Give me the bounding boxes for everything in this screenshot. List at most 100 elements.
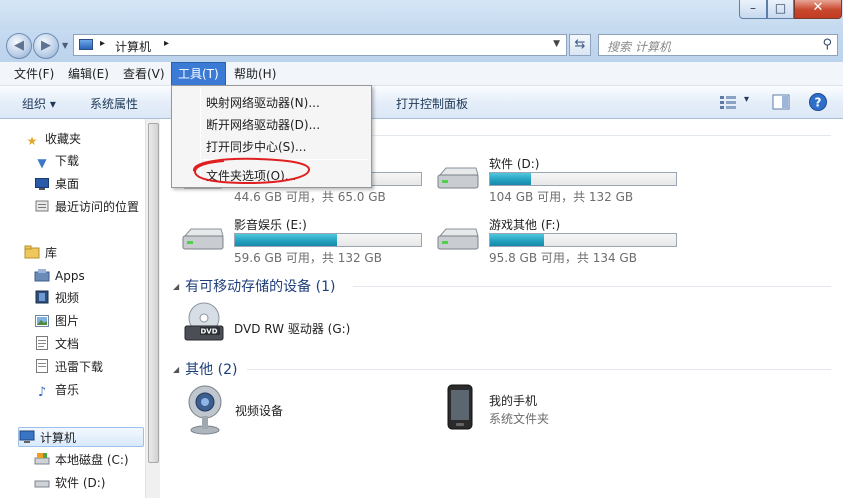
nav-item-label: 视频 — [55, 291, 80, 305]
scrollbar-thumb[interactable] — [148, 123, 159, 463]
breadcrumb-separator-icon[interactable]: ▸ — [164, 38, 169, 49]
recent-pages-dropdown-icon[interactable]: ▼ — [62, 41, 68, 50]
maximize-icon: □ — [774, 1, 787, 15]
system-properties-button[interactable]: 系统属性 — [90, 95, 138, 112]
drive-size-text: 95.8 GB 可用，共 134 GB — [489, 251, 637, 265]
minimize-button[interactable]: – — [739, 0, 767, 19]
preview-pane-icon[interactable] — [772, 94, 790, 113]
nav-computer[interactable]: 计算机 — [18, 427, 144, 447]
nav-item-label: Apps — [55, 269, 85, 283]
device-type: 系统文件夹 — [489, 412, 550, 426]
recent-places-icon — [34, 199, 50, 213]
nav-computer-label: 计算机 — [40, 431, 77, 445]
search-icon[interactable]: ⚲ — [822, 37, 832, 52]
view-options-dropdown[interactable]: ▾ — [744, 94, 749, 105]
drive-capacity-fill — [490, 234, 544, 246]
nav-item-music[interactable]: ♪ 音乐 — [34, 380, 79, 400]
back-button[interactable]: ◀ — [6, 33, 32, 59]
open-control-panel-button[interactable]: 打开控制面板 — [396, 95, 468, 112]
navigation-scrollbar[interactable] — [145, 119, 160, 498]
nav-favorites-label: 收藏夹 — [45, 132, 82, 146]
nav-item-videos[interactable]: 视频 — [34, 288, 79, 308]
nav-favorites[interactable]: ★ 收藏夹 — [24, 129, 81, 149]
downloads-folder-icon: ▼ — [37, 156, 47, 170]
nav-item-pictures[interactable]: 图片 — [34, 311, 79, 331]
system-drive-icon — [34, 452, 50, 466]
phone-icon — [447, 384, 491, 430]
drive-capacity-bar — [489, 233, 677, 247]
nav-item-thunder-downloads[interactable]: 迅雷下载 — [34, 357, 103, 377]
menu-view[interactable]: 查看(V) — [117, 62, 171, 86]
nav-item-apps[interactable]: Apps — [34, 266, 85, 286]
back-arrow-icon: ◀ — [14, 38, 24, 53]
nav-item-label: 最近访问的位置 — [55, 200, 140, 214]
drive-name: 游戏其他 (F:) — [489, 218, 561, 232]
menu-item-map-network-drive[interactable]: 映射网络驱动器(N)... — [206, 94, 320, 111]
group-divider — [247, 369, 831, 370]
nav-item-label: 迅雷下载 — [55, 360, 104, 374]
group-divider — [371, 135, 831, 136]
nav-item-recent-places[interactable]: 最近访问的位置 — [34, 197, 139, 217]
forward-arrow-icon: ▶ — [41, 38, 51, 53]
menu-help[interactable]: 帮助(H) — [228, 62, 282, 86]
nav-libraries[interactable]: 库 — [24, 243, 57, 263]
dvd-drive-icon: DVD — [181, 302, 225, 346]
minimize-icon: – — [750, 1, 756, 15]
nav-item-drive-d[interactable]: 软件 (D:) — [34, 473, 105, 493]
address-history-dropdown-icon[interactable]: ▼ — [553, 39, 560, 49]
drive-capacity-fill — [490, 173, 531, 185]
refresh-button[interactable]: ⇆ — [569, 34, 591, 56]
nav-item-downloads[interactable]: ▼ 下载 — [34, 151, 79, 171]
drive-size-text: 59.6 GB 可用，共 132 GB — [234, 251, 382, 265]
drive-capacity-bar — [489, 172, 677, 186]
close-button[interactable]: ✕ — [794, 0, 842, 19]
menu-tools[interactable]: 工具(T) — [171, 62, 226, 86]
menu-item-disconnect-network-drive[interactable]: 断开网络驱动器(D)... — [206, 116, 320, 133]
dvd-drive-g[interactable]: DVD DVD RW 驱动器 (G:) — [181, 302, 431, 352]
organize-button[interactable]: 组织 ▾ — [22, 95, 56, 112]
group-header-label: 有可移动存储的设备 (1) — [185, 279, 336, 295]
video-device[interactable]: 视频设备 — [185, 384, 435, 435]
refresh-icon: ⇆ — [574, 37, 586, 52]
nav-item-documents[interactable]: 文档 — [34, 334, 79, 354]
menu-item-open-sync-center[interactable]: 打开同步中心(S)... — [206, 138, 306, 155]
group-header-other[interactable]: ◢ 其他 (2) — [173, 359, 237, 379]
highlight-circle — [193, 157, 310, 185]
menu-file[interactable]: 文件(F) — [8, 62, 60, 86]
device-name: 视频设备 — [235, 404, 284, 418]
nav-item-desktop[interactable]: 桌面 — [34, 174, 79, 194]
help-button[interactable]: ? — [808, 92, 828, 115]
desktop-icon — [34, 178, 50, 192]
search-input[interactable]: 搜索 计算机 ⚲ — [598, 34, 838, 56]
breadcrumb-separator-icon[interactable]: ▸ — [100, 38, 105, 49]
nav-libraries-label: 库 — [45, 246, 58, 260]
group-header-label: 其他 (2) — [185, 362, 238, 378]
documents-library-icon — [34, 336, 50, 350]
hard-drive-icon — [436, 228, 480, 252]
breadcrumb-computer[interactable]: 计算机 — [115, 38, 151, 55]
nav-item-label: 桌面 — [55, 177, 80, 191]
drive-size-text: 104 GB 可用，共 132 GB — [489, 190, 634, 204]
menu-edit[interactable]: 编辑(E) — [62, 62, 115, 86]
drive-f[interactable]: 游戏其他 (F:) 95.8 GB 可用，共 134 GB — [436, 216, 686, 266]
collapse-arrow-icon[interactable]: ◢ — [173, 282, 179, 291]
drive-d[interactable]: 软件 (D:) 104 GB 可用，共 132 GB — [436, 155, 686, 205]
change-view-icon[interactable] — [719, 94, 737, 113]
navigation-pane: ★ 收藏夹 ▼ 下载 桌面 最近访问的位置 库 Apps 视频 图片 文档 迅雷下载… — [0, 119, 160, 498]
device-name: 我的手机 — [489, 394, 538, 408]
hard-drive-icon — [181, 228, 225, 252]
forward-button[interactable]: ▶ — [33, 33, 59, 59]
drive-name: 软件 (D:) — [489, 157, 540, 171]
maximize-button[interactable]: □ — [767, 0, 794, 19]
group-header-removable[interactable]: ◢ 有可移动存储的设备 (1) — [173, 276, 335, 296]
collapse-arrow-icon[interactable]: ◢ — [173, 365, 179, 374]
drive-name: 影音娱乐 (E:) — [234, 218, 307, 232]
nav-item-drive-c[interactable]: 本地磁盘 (C:) — [34, 450, 129, 470]
drive-e[interactable]: 影音娱乐 (E:) 59.6 GB 可用，共 132 GB — [181, 216, 431, 266]
title-bar — [0, 0, 843, 30]
nav-item-label: 软件 (D:) — [55, 476, 106, 490]
my-phone[interactable]: 我的手机 系统文件夹 — [447, 384, 697, 434]
command-bar: 组织 ▾ 系统属性 打开控制面板 ▾ ? — [0, 86, 843, 119]
address-bar[interactable]: ▸ 计算机 ▸ ▼ — [73, 34, 567, 56]
pictures-library-icon — [34, 315, 50, 329]
